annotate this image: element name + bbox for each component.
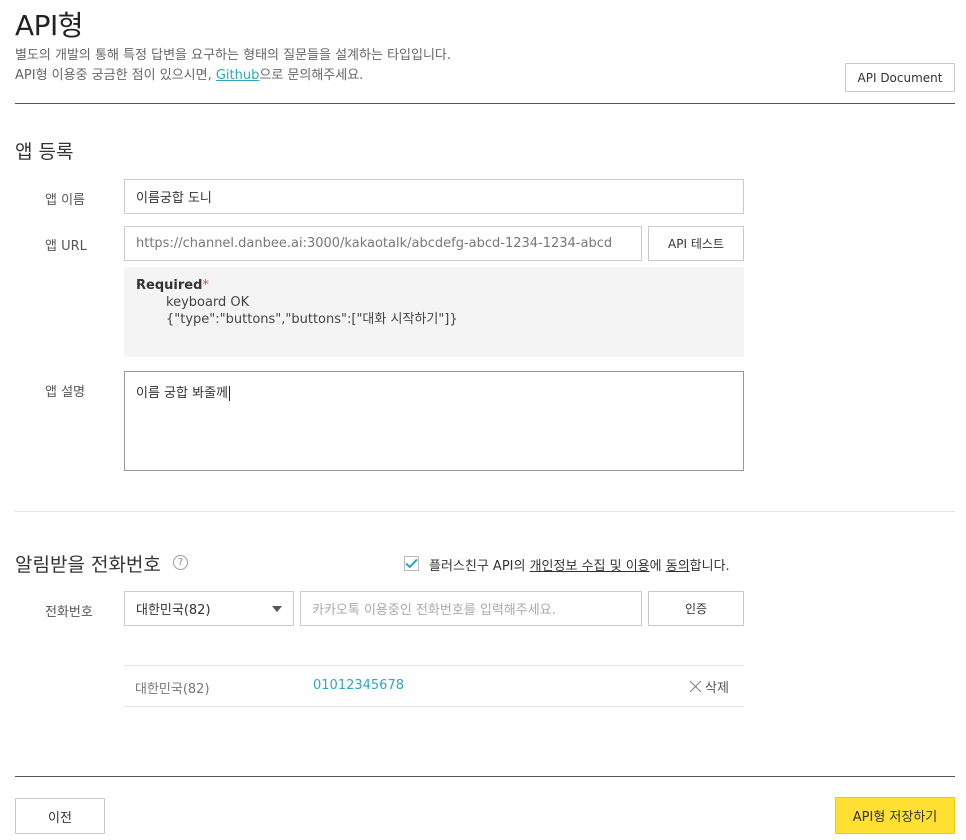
phone-list-bottom-border xyxy=(124,706,744,707)
help-icon[interactable]: ? xyxy=(173,555,188,570)
api-document-button[interactable]: API Document xyxy=(845,63,955,92)
description-line-2: API형 이용중 궁금한 점이 있으시면, Github으로 문의해주세요. xyxy=(15,66,451,86)
delete-label: 삭제 xyxy=(705,681,729,696)
description-text: API형 이용중 궁금한 점이 있으시면, xyxy=(15,68,216,83)
phone-section-title: 알림받을 전화번호 xyxy=(15,554,161,576)
github-link[interactable]: Github xyxy=(216,68,260,83)
agree-text-post: 합니다. xyxy=(689,559,730,574)
app-desc-label: 앱 설명 xyxy=(45,385,86,400)
text-caret xyxy=(229,386,230,401)
check-icon xyxy=(405,558,418,569)
app-register-title: 앱 등록 xyxy=(15,141,74,163)
country-select[interactable]: 대한민국(82) xyxy=(124,591,294,626)
app-name-input[interactable]: 이름궁합 도니 xyxy=(124,179,744,214)
phone-label: 전화번호 xyxy=(45,605,93,620)
delete-button[interactable]: 삭제 xyxy=(689,677,729,696)
description-line-1: 별도의 개발의 통해 특정 답변을 요구하는 형태의 질문들을 설계하는 타입입… xyxy=(15,48,452,63)
dropdown-arrow-icon xyxy=(272,605,282,612)
required-info-box: Required* keyboard OK {"type":"buttons",… xyxy=(124,267,744,357)
required-line-1: keyboard OK xyxy=(166,295,250,310)
consent-link[interactable]: 동의 xyxy=(666,559,690,574)
country-selected-value: 대한민국(82) xyxy=(136,603,211,618)
app-desc-textarea[interactable]: 이름 궁합 봐줄께 xyxy=(124,371,744,471)
agree-text-mid: 에 xyxy=(649,559,666,574)
agree-text: 플러스친구 API의 개인정보 수집 및 이용에 동의합니다. xyxy=(429,555,730,574)
required-title-text: Required xyxy=(136,278,203,293)
save-api-button[interactable]: API형 저장하기 xyxy=(835,797,955,834)
footer-divider xyxy=(15,776,955,777)
page-title: API형 xyxy=(15,9,84,42)
required-star: * xyxy=(202,278,209,293)
page-description: 별도의 개발의 통해 특정 답변을 요구하는 형태의 질문들을 설계하는 타입입… xyxy=(15,46,451,86)
app-desc-value: 이름 궁합 봐줄께 xyxy=(136,386,228,401)
registered-number[interactable]: 01012345678 xyxy=(313,678,404,693)
api-test-button[interactable]: API 테스트 xyxy=(648,226,744,261)
verify-button[interactable]: 인증 xyxy=(648,591,744,626)
registered-country: 대한민국(82) xyxy=(135,682,210,697)
privacy-link[interactable]: 개인정보 수집 및 이용 xyxy=(530,559,650,574)
required-title: Required* xyxy=(136,277,732,294)
app-name-label: 앱 이름 xyxy=(45,193,86,208)
registered-phone-row: 대한민국(82) 01012345678 삭제 xyxy=(124,666,744,706)
agree-checkbox[interactable] xyxy=(404,556,419,571)
agree-text-pre: 플러스친구 API의 xyxy=(429,559,530,574)
header-divider xyxy=(15,103,955,104)
phone-number-input[interactable]: 카카오톡 이용중인 전화번호를 입력해주세요. xyxy=(300,591,642,626)
app-url-label: 앱 URL xyxy=(45,239,87,254)
app-url-input[interactable]: https://channel.danbee.ai:3000/kakaotalk… xyxy=(124,226,642,261)
section-divider xyxy=(15,511,955,512)
description-text-end: 으로 문의해주세요. xyxy=(259,68,364,83)
prev-button[interactable]: 이전 xyxy=(15,798,105,834)
close-icon xyxy=(689,680,702,693)
required-line-2: {"type":"buttons","buttons":["대화 시작하기"]} xyxy=(166,312,458,327)
